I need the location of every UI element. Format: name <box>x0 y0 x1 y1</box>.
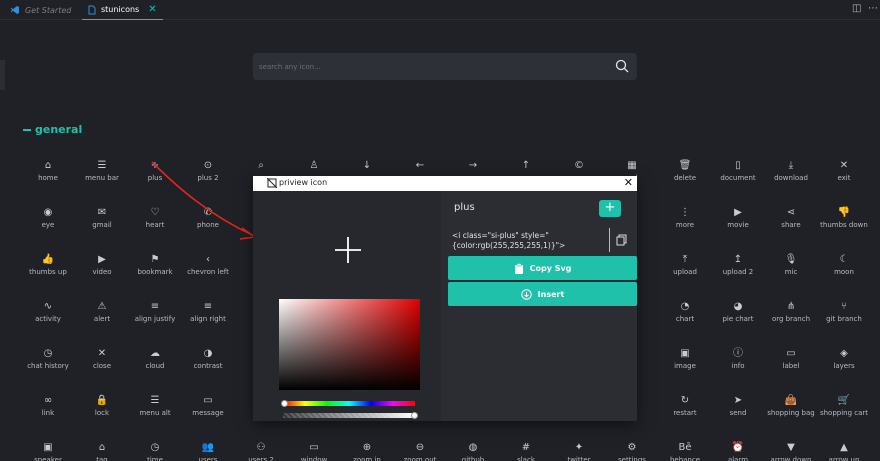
icon-tile[interactable]: 👎 thumbs down <box>809 205 879 237</box>
hue-handle[interactable] <box>281 400 288 407</box>
tile-label: shopping cart <box>819 409 869 417</box>
tile-icon: ▲ <box>840 442 848 453</box>
split-editor-icon[interactable]: ◫ <box>852 3 861 14</box>
download-cloud-icon <box>520 288 532 300</box>
tab-label: stunicons <box>101 5 140 14</box>
tile-icon: ◈ <box>840 348 848 359</box>
insert-button[interactable]: Insert <box>448 282 637 306</box>
icon-tile[interactable]: ✕ exit <box>809 158 879 190</box>
modal-close-icon[interactable]: ✕ <box>624 176 633 189</box>
more-actions-icon[interactable]: ⋯ <box>868 3 878 14</box>
tile-label: thumbs down <box>820 221 868 229</box>
clipboard-icon <box>514 262 523 274</box>
add-button[interactable]: + <box>599 200 621 217</box>
modal-header: priview icon ✕ <box>253 176 637 191</box>
preview-modal: priview icon ✕ plus + <i class="si-plus"… <box>253 176 637 421</box>
tile-label: layers <box>833 362 855 370</box>
no-image-icon <box>267 178 277 188</box>
tile-icon: ✕ <box>839 160 849 171</box>
section-heading: general <box>23 123 82 136</box>
icon-name: plus <box>454 202 475 213</box>
icon-tile[interactable]: 🛒 shopping cart <box>809 393 879 425</box>
vscode-icon <box>10 6 19 14</box>
icon-tile[interactable]: ▲ arrow up <box>809 440 879 461</box>
scroll-indicator <box>0 60 5 90</box>
tile-icon: ☾ <box>839 254 849 265</box>
copy-code-button[interactable] <box>609 228 631 252</box>
tab-bar: Get Started stunicons ✕ ◫ ⋯ <box>0 0 880 20</box>
tab-label: Get Started <box>25 5 72 15</box>
insert-label: Insert <box>537 289 565 299</box>
search-icon[interactable] <box>615 59 629 73</box>
alpha-slider[interactable] <box>283 413 415 418</box>
annotation-arrow <box>151 161 258 240</box>
color-picker-area[interactable] <box>279 299 420 390</box>
search-input[interactable] <box>259 58 599 75</box>
file-icon <box>88 5 96 14</box>
tile-icon: ⑂ <box>841 301 847 312</box>
plus-preview-icon <box>335 237 361 263</box>
tab-get-started[interactable]: Get Started <box>4 0 77 20</box>
icon-tile[interactable]: ☾ moon <box>809 252 879 284</box>
tile-label: moon <box>834 268 854 276</box>
tile-label: arrow up <box>828 456 860 461</box>
tile-label: git branch <box>826 315 862 323</box>
close-tab-icon[interactable]: ✕ <box>148 4 156 15</box>
tab-stunicons[interactable]: stunicons ✕ <box>82 0 163 20</box>
tile-label: exit <box>837 174 851 182</box>
copy-svg-label: Copy Svg <box>529 263 572 273</box>
icon-tile[interactable]: ⑂ git branch <box>809 299 879 331</box>
preview-panel <box>253 191 441 421</box>
hue-slider[interactable] <box>283 401 415 406</box>
copy-icon <box>616 234 627 246</box>
search-box <box>253 53 637 80</box>
tile-icon: 👎 <box>837 207 851 218</box>
icon-tile[interactable]: ◈ layers <box>809 346 879 378</box>
modal-title: priview icon <box>279 178 328 187</box>
tile-icon: 🛒 <box>837 395 851 406</box>
section-dash <box>23 128 31 131</box>
icon-code-snippet: <i class="si-plus" style="{color:rgb(255… <box>452 231 566 250</box>
section-title: general <box>35 123 83 136</box>
copy-svg-button[interactable]: Copy Svg <box>448 256 637 280</box>
alpha-handle[interactable] <box>411 412 418 419</box>
